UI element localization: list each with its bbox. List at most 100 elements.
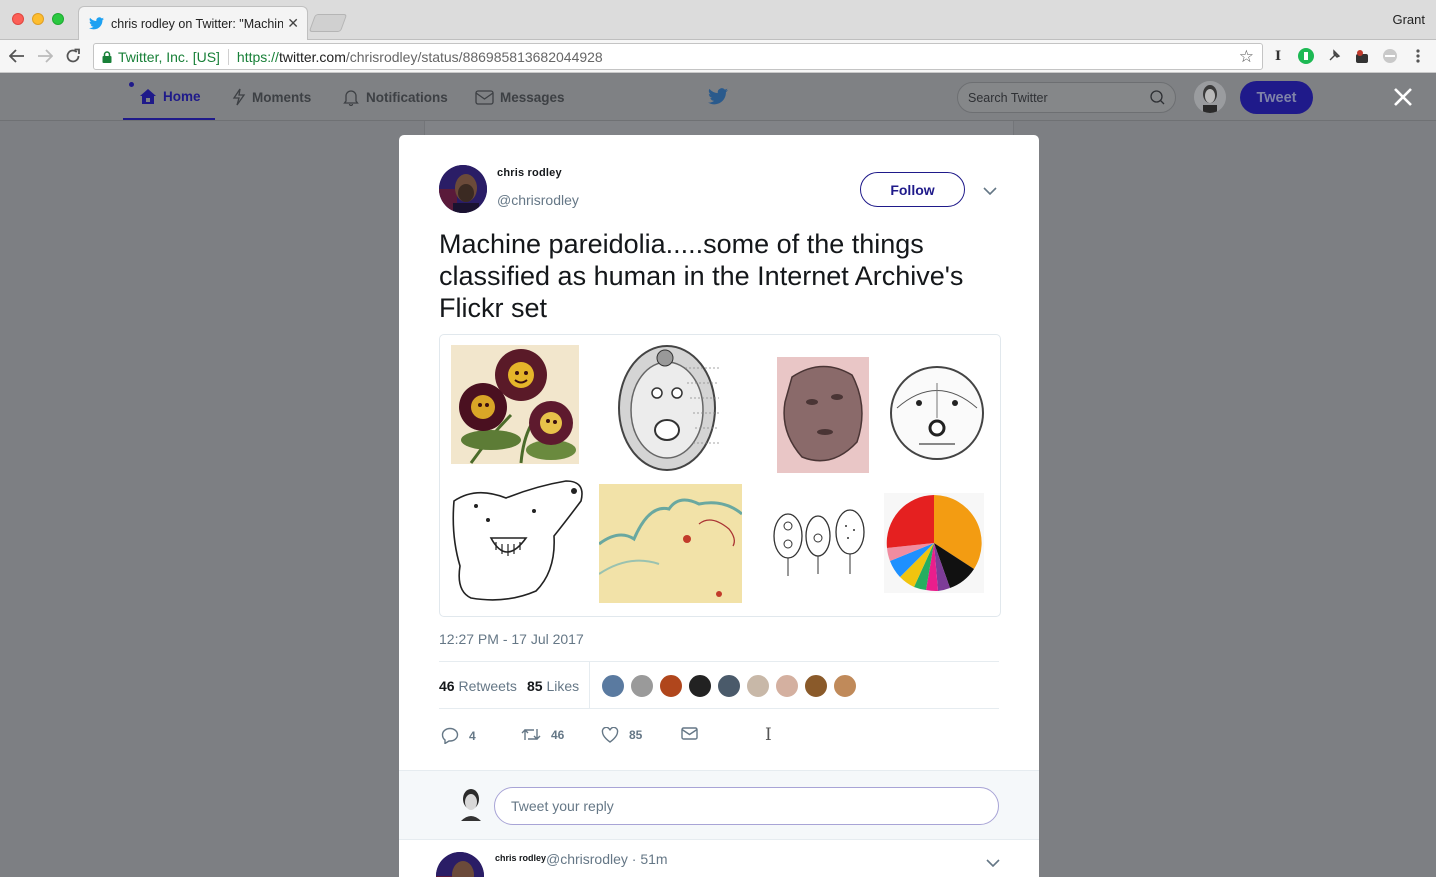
bookmark-star-icon[interactable]: ☆ xyxy=(1239,47,1254,67)
reply-author-avatar[interactable] xyxy=(436,852,484,877)
bell-icon xyxy=(343,90,359,106)
tweet-permalink-modal: chris rodley @chrisrodley Follow Machine… xyxy=(399,135,1039,877)
chevron-down-icon[interactable] xyxy=(986,854,1000,872)
ghost-extension-icon[interactable] xyxy=(1353,47,1371,65)
liker-avatar[interactable] xyxy=(717,674,741,698)
author-name[interactable]: chris rodley xyxy=(497,167,562,179)
stats-divider xyxy=(589,662,590,708)
address-bar[interactable]: Twitter, Inc. [US] https:// twitter.com … xyxy=(93,43,1263,70)
reply-author-meta[interactable]: @chrisrodley · 51m xyxy=(546,851,668,867)
tab-close-icon[interactable]: ✕ xyxy=(287,15,299,32)
cell-drawings-image[interactable] xyxy=(770,508,870,578)
heart-icon xyxy=(601,727,619,743)
anatomy-section-image[interactable] xyxy=(615,338,725,472)
reply-count: 4 xyxy=(469,728,476,743)
browser-menu-icon[interactable] xyxy=(1409,47,1427,65)
search-input[interactable]: Search Twitter xyxy=(957,82,1176,113)
pie-chart-image[interactable] xyxy=(884,493,984,593)
reply-icon xyxy=(441,727,459,744)
search-placeholder: Search Twitter xyxy=(968,90,1048,105)
blob-outline-drawing[interactable] xyxy=(446,476,586,604)
reply-input[interactable]: Tweet your reply xyxy=(494,787,999,825)
follow-button[interactable]: Follow xyxy=(860,172,965,207)
url-path: /chrisrodley/status/886985813682044928 xyxy=(345,48,603,65)
nav-notifications-label: Notifications xyxy=(366,89,448,105)
author-avatar[interactable] xyxy=(439,165,487,213)
user-avatar[interactable] xyxy=(1194,81,1226,113)
liker-avatar[interactable] xyxy=(833,674,857,698)
chevron-down-icon[interactable] xyxy=(983,182,997,200)
direct-message-action[interactable] xyxy=(681,727,708,740)
background-timeline-card xyxy=(424,121,1014,135)
tweet-actions: 4 46 85 xyxy=(439,723,839,753)
liker-avatar[interactable] xyxy=(688,674,712,698)
liker-avatar[interactable] xyxy=(601,674,625,698)
retweet-icon xyxy=(521,729,541,740)
liker-avatar[interactable] xyxy=(746,674,770,698)
tab-title: chris rodley on Twitter: "Machine p xyxy=(111,16,284,31)
author-handle[interactable]: @chrisrodley xyxy=(497,192,579,208)
retweet-count: 46 xyxy=(551,727,565,742)
likes-label: Likes xyxy=(546,678,580,694)
nav-home[interactable]: Home xyxy=(123,74,215,120)
liker-avatar[interactable] xyxy=(804,674,828,698)
nav-messages-label: Messages xyxy=(500,89,565,105)
browser-tab[interactable]: chris rodley on Twitter: "Machine p ✕ xyxy=(78,6,308,40)
home-icon xyxy=(140,88,156,104)
nav-notifications[interactable]: Notifications xyxy=(342,74,448,120)
tweet-text: Machine pareidolia.....some of the thing… xyxy=(439,229,964,323)
liker-avatar[interactable] xyxy=(659,674,683,698)
window-zoom-button[interactable] xyxy=(52,13,64,25)
retweet-action[interactable]: 46 xyxy=(521,727,564,742)
browser-toolbar: Twitter, Inc. [US] https:// twitter.com … xyxy=(0,40,1436,73)
secure-lock-icon xyxy=(102,50,112,63)
retweets-count: 46 xyxy=(439,678,455,694)
likes-count: 85 xyxy=(527,678,543,694)
forward-arrow-icon[interactable] xyxy=(34,45,56,67)
instapaper-extension-icon[interactable]: I xyxy=(1269,47,1287,65)
text-cursor-icon: I xyxy=(765,725,772,745)
current-user-avatar xyxy=(456,787,486,821)
green-extension-icon[interactable] xyxy=(1297,47,1315,65)
coastal-map-image[interactable] xyxy=(599,484,742,603)
twitter-bird-icon xyxy=(89,16,105,32)
reply-placeholder: Tweet your reply xyxy=(511,798,614,814)
abdominal-cavity-diagram[interactable] xyxy=(887,363,987,463)
url-scheme: https:// xyxy=(236,48,279,65)
window-minimize-button[interactable] xyxy=(32,13,44,25)
liker-avatar[interactable] xyxy=(630,674,654,698)
nav-moments[interactable]: Moments xyxy=(232,74,311,120)
new-tab-button[interactable] xyxy=(308,14,348,32)
like-count: 85 xyxy=(629,728,643,742)
nav-home-label: Home xyxy=(163,88,201,104)
reply-action[interactable]: 4 xyxy=(441,727,476,744)
pin-extension-icon[interactable] xyxy=(1325,47,1343,65)
like-action[interactable]: 85 xyxy=(601,727,642,743)
close-modal-icon[interactable] xyxy=(1390,84,1416,110)
back-arrow-icon[interactable] xyxy=(6,45,28,67)
window-close-button[interactable] xyxy=(12,13,24,25)
grey-extension-icon[interactable] xyxy=(1381,47,1399,65)
envelope-icon xyxy=(475,89,494,105)
tweet-stats: 46 Retweets 85 Likes xyxy=(439,661,999,709)
tweet-media[interactable] xyxy=(439,334,1001,617)
lightning-icon xyxy=(232,88,246,106)
compose-tweet-button[interactable]: Tweet xyxy=(1240,81,1313,114)
potato-image[interactable] xyxy=(777,357,869,473)
secure-origin-label: Twitter, Inc. [US] xyxy=(118,48,220,65)
retweets-stat[interactable]: 46 Retweets xyxy=(439,678,517,694)
envelope-icon xyxy=(681,727,698,740)
reload-icon[interactable] xyxy=(62,45,84,67)
retweets-label: Retweets xyxy=(458,678,517,694)
nav-moments-label: Moments xyxy=(252,89,312,105)
reply-author-name[interactable]: chris rodley xyxy=(495,853,546,863)
reply-composer: Tweet your reply xyxy=(399,770,1039,840)
tweet-timestamp[interactable]: 12:27 PM - 17 Jul 2017 xyxy=(439,631,584,647)
likes-stat[interactable]: 85 Likes xyxy=(527,678,579,694)
nav-messages[interactable]: Messages xyxy=(475,74,565,120)
search-icon xyxy=(1150,90,1165,105)
twitter-logo-icon[interactable] xyxy=(708,88,728,110)
browser-profile-name[interactable]: Grant xyxy=(1392,12,1425,27)
liker-avatar[interactable] xyxy=(775,674,799,698)
pansy-flowers-image[interactable] xyxy=(451,345,579,464)
